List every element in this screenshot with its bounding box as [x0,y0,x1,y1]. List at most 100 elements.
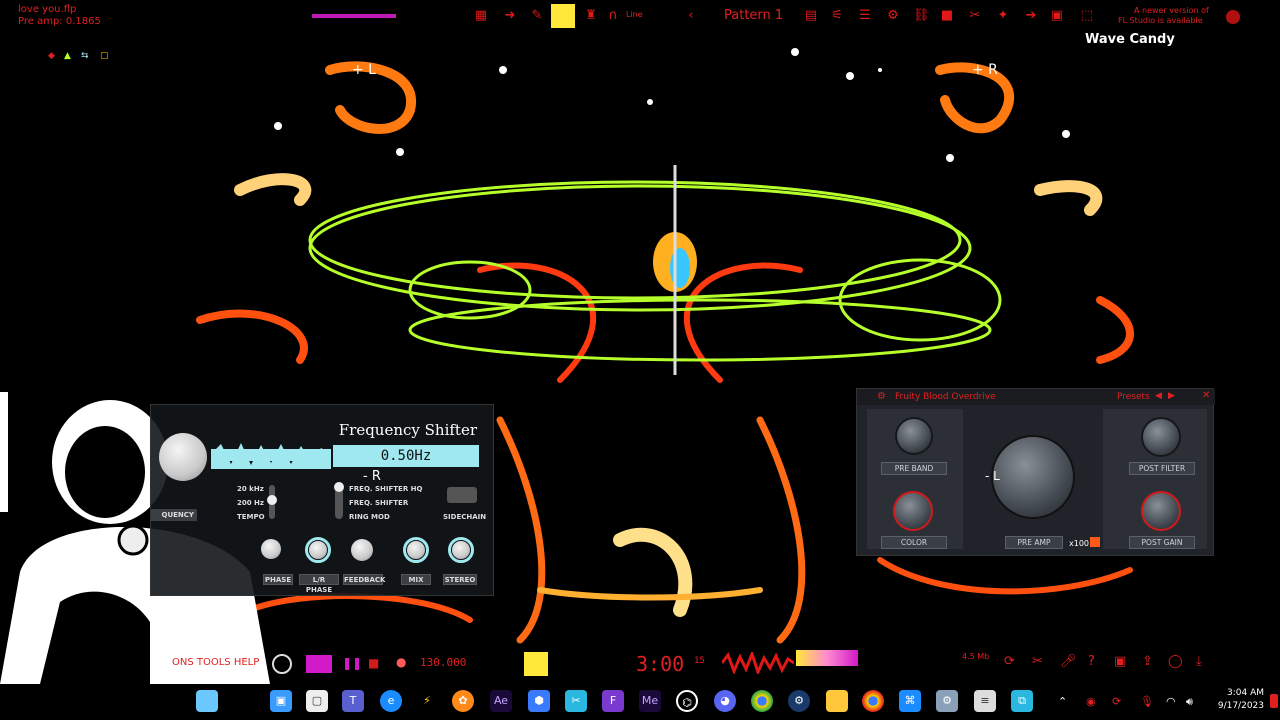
stop-icon[interactable]: ■ [368,656,379,670]
snap-line[interactable]: Line [626,10,643,19]
wifi-icon[interactable]: ◠ [1166,695,1176,708]
tray-app-icon[interactable]: ◉ [1086,695,1096,708]
clock-date[interactable]: 9/17/2023 [1212,701,1264,711]
record-icon[interactable]: ■ [940,9,954,23]
pattern-song-toggle[interactable] [306,655,332,673]
stereo-knob[interactable] [452,541,470,559]
onenote-icon[interactable]: F [602,690,624,712]
plugin-icon[interactable]: ⚙ [886,9,900,23]
media-encoder-icon[interactable]: Me [639,690,661,712]
remote-icon[interactable]: ⌘ [899,690,921,712]
mode-switch-thumb[interactable] [334,482,344,492]
tray-update-icon[interactable]: ⟳ [1112,695,1121,708]
swap-icon[interactable]: ⇆ [81,51,89,61]
terminal-icon[interactable]: ▣ [270,690,292,712]
arrow-right-icon[interactable]: ➔ [1024,9,1038,23]
magnet-icon[interactable]: ∩ [606,9,620,23]
channel-rack-icon[interactable]: ⚟ [830,9,844,23]
pre-band-knob[interactable] [895,417,933,455]
mixer-icon[interactable]: ☰ [858,9,872,23]
photos-icon[interactable]: ⧉ [1011,690,1033,712]
steam-icon[interactable]: ⚙ [788,690,810,712]
tempo-display[interactable]: 130.000 [420,656,466,669]
frequency-display[interactable]: 0.50Hz [333,445,479,467]
mic-icon[interactable]: 🎤︎ [1060,654,1077,669]
brush-icon[interactable]: ✎ [530,9,544,23]
arrow-icon[interactable]: ➜ [503,9,517,23]
help-icon[interactable]: ? [1088,654,1095,669]
lr-phase-knob[interactable] [309,541,327,559]
metronome-icon[interactable] [524,652,548,676]
pattern-selector[interactable]: Pattern 1 [724,8,783,23]
export-icon[interactable]: ⇪ [1142,654,1153,669]
frequency-tab[interactable]: QUENCY [151,509,197,521]
preset-prev-icon[interactable]: ◀ [1155,391,1162,401]
discord-icon[interactable]: ◕ [714,690,736,712]
mode-hq[interactable]: FREQ. SHIFTER HQ [349,485,422,493]
update-notice-2[interactable]: FL Studio is available [1118,16,1203,25]
chevron-icon[interactable]: ‹ [684,9,698,23]
save-icon[interactable]: ▣ [1114,654,1126,669]
menu-bar[interactable]: ONS TOOLS HELP [172,657,259,668]
tray-chevron-icon[interactable]: ⌃ [1058,695,1067,708]
tray-mic-icon[interactable]: 🎙︎ [1140,695,1154,708]
cut-icon[interactable]: ✂ [1032,654,1043,669]
fbo-close-icon[interactable]: ✕ [1202,390,1210,401]
clock-time[interactable]: 3:04 AM [1224,688,1264,698]
song-time[interactable]: 3:00 [636,652,684,676]
chatgpt-icon[interactable]: ⌬ [676,690,698,712]
after-effects-icon[interactable]: Ae [490,690,512,712]
feedback-knob[interactable] [351,539,373,561]
fbo-gear-icon[interactable]: ⚙ [877,391,886,402]
mode-ring-mod[interactable]: RING MOD [349,513,390,521]
range-slider-thumb[interactable] [267,495,277,505]
phase-knob[interactable] [261,539,281,559]
frequency-knob[interactable] [159,433,207,481]
x100-toggle[interactable] [1090,537,1100,547]
preset-next-icon[interactable]: ▶ [1168,391,1175,401]
chat-icon[interactable]: ◯ [1168,654,1183,669]
reload-icon[interactable]: ⟳ [1004,654,1015,669]
mode-shifter[interactable]: FREQ. SHIFTER [349,499,408,507]
color-knob[interactable] [893,491,933,531]
sidechain-toggle[interactable] [447,487,477,503]
stamp-icon[interactable]: ♜ [584,9,598,23]
fl-studio-icon[interactable]: ✿ [452,690,474,712]
rewind-icon[interactable] [272,654,292,674]
highlight-icon[interactable] [551,4,575,28]
playlist-icon[interactable]: ▤ [804,9,818,23]
master-volume-bar[interactable] [312,14,396,18]
square-icon[interactable]: ▢ [100,51,109,61]
up-arrow-icon[interactable]: ▲ [64,51,71,61]
volume-icon[interactable]: 🔊︎ [1186,695,1193,709]
browser-icon[interactable]: ⛓ [913,9,930,23]
online-icon[interactable]: ⬚ [1080,9,1094,23]
chrome-icon[interactable] [751,690,773,712]
snip-icon[interactable]: ✂ [565,690,587,712]
plug-icon[interactable]: ✦ [996,9,1010,23]
download-icon[interactable]: ⤓ [1196,654,1202,669]
file-explorer-icon[interactable] [196,690,218,712]
mix-knob[interactable] [407,541,425,559]
shield-app-icon[interactable]: ⬢ [528,690,550,712]
play-pause-icon[interactable]: ❚❚ [342,656,362,670]
fl-logo-icon[interactable] [1226,10,1240,24]
notification-icon[interactable] [1270,694,1278,708]
cpu-icon[interactable]: ▣ [1050,9,1064,23]
record-dot-icon[interactable]: ◆ [48,51,55,61]
teams-chat-icon[interactable]: T [342,690,364,712]
chrome-dev-icon[interactable] [862,690,884,712]
folder-icon[interactable] [826,690,848,712]
record-button-icon[interactable]: ● [396,655,406,669]
scissors-icon[interactable]: ✂ [968,9,982,23]
bolt-icon[interactable]: ⚡ [416,690,438,712]
edge-icon[interactable]: e [380,690,402,712]
notes-icon[interactable]: ≡ [974,690,996,712]
fbo-presets[interactable]: Presets [1117,392,1150,402]
update-notice-1[interactable]: A newer version of [1134,6,1209,15]
teams-icon[interactable]: ▢ [306,690,328,712]
post-filter-knob[interactable] [1141,417,1181,457]
pre-amp-knob[interactable] [991,435,1075,519]
piano-roll-icon[interactable]: ▦ [474,9,488,23]
settings-icon[interactable]: ⚙ [936,690,958,712]
